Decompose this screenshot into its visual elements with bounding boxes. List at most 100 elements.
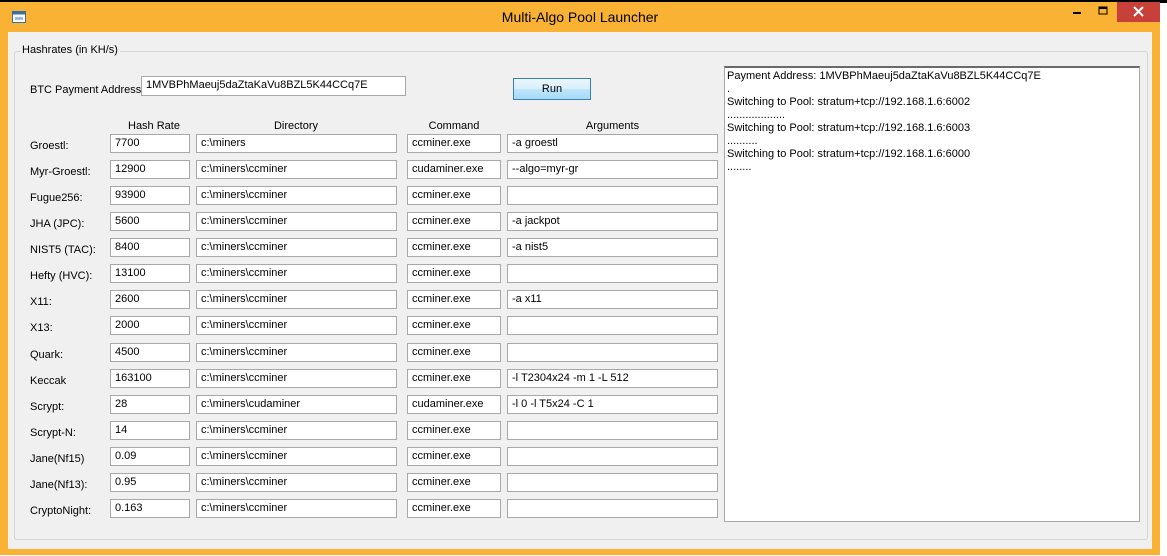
directory-input[interactable]: c:\miners\ccminer [196, 499, 397, 518]
log-line: Switching to Pool: stratum+tcp://192.168… [727, 148, 971, 160]
hashrate-input[interactable]: 0.163 [110, 499, 190, 518]
algo-label: X11: [30, 296, 52, 308]
maximize-icon [1098, 6, 1108, 15]
directory-input[interactable]: c:\miners\ccminer [196, 473, 397, 492]
hashrate-input[interactable]: 0.09 [110, 447, 190, 466]
directory-input[interactable]: c:\miners\ccminer [196, 212, 397, 231]
arguments-input[interactable]: -a groestl [507, 134, 718, 153]
algo-label: Scrypt-N: [30, 427, 76, 439]
directory-input[interactable]: c:\miners\ccminer [196, 369, 397, 388]
log-line: Payment Address: 1MVBPhMaeuj5daZtaKaVu8B… [727, 70, 1041, 82]
command-input[interactable]: ccminer.exe [407, 473, 501, 492]
hashrate-input[interactable]: 7700 [110, 134, 190, 153]
log-line: Switching to Pool: stratum+tcp://192.168… [727, 122, 971, 134]
hashrate-input[interactable]: 2000 [110, 316, 190, 335]
directory-input[interactable]: c:\miners\ccminer [196, 316, 397, 335]
arguments-input[interactable] [507, 421, 718, 440]
maximize-button[interactable] [1090, 2, 1116, 22]
algo-label: Scrypt: [30, 401, 65, 413]
close-icon [1133, 6, 1144, 17]
btc-address-input[interactable]: 1MVBPhMaeuj5daZtaKaVu8BZL5K44CCq7E [141, 76, 406, 96]
directory-input[interactable]: c:\miners\ccminer [196, 160, 397, 179]
header-command: Command [428, 120, 480, 132]
algo-label: JHA (JPC): [30, 218, 85, 230]
directory-input[interactable]: c:\miners\ccminer [196, 290, 397, 309]
close-button[interactable] [1117, 2, 1160, 22]
hashrate-input[interactable]: 2600 [110, 290, 190, 309]
arguments-input[interactable] [507, 186, 718, 205]
header-directory: Directory [273, 120, 318, 132]
hashrate-input[interactable]: 28 [110, 395, 190, 414]
hashrate-input[interactable]: 93900 [110, 186, 190, 205]
hashrate-input[interactable]: 163100 [110, 369, 190, 388]
header-arguments: Arguments [585, 120, 640, 132]
algo-label: Myr-Groestl: [30, 166, 91, 178]
algo-label: Hefty (HVC): [30, 270, 93, 282]
algo-label: Keccak [30, 375, 67, 387]
title-bar[interactable]: Multi-Algo Pool Launcher [0, 2, 1160, 32]
output-log[interactable]: Payment Address: 1MVBPhMaeuj5daZtaKaVu8B… [724, 66, 1140, 522]
hashrate-input[interactable]: 13100 [110, 264, 190, 283]
arguments-input[interactable] [507, 343, 718, 362]
hashrate-input[interactable]: 12900 [110, 160, 190, 179]
command-input[interactable]: ccminer.exe [407, 186, 501, 205]
arguments-input[interactable] [507, 499, 718, 518]
main-window: Multi-Algo Pool Launcher Hashrates (in K… [0, 2, 1160, 555]
algo-label: Groestl: [30, 140, 69, 152]
command-input[interactable]: ccminer.exe [407, 343, 501, 362]
directory-input[interactable]: c:\miners\ccminer [196, 264, 397, 283]
directory-input[interactable]: c:\miners [196, 134, 397, 153]
command-input[interactable]: ccminer.exe [407, 212, 501, 231]
algo-label: Fugue256: [30, 192, 83, 204]
command-input[interactable]: cudaminer.exe [407, 160, 501, 179]
hashrate-input[interactable]: 14 [110, 421, 190, 440]
algo-label: Jane(Nf15) [30, 453, 85, 465]
log-line: . [727, 83, 731, 95]
header-hashrate: Hash Rate [128, 120, 180, 132]
btc-address-label: BTC Payment Address: [30, 84, 145, 96]
arguments-input[interactable]: -a x11 [507, 290, 718, 309]
run-button[interactable]: Run [513, 78, 591, 100]
client-area: Hashrates (in KH/s) BTC Payment Address:… [8, 32, 1152, 549]
minimize-button[interactable] [1064, 2, 1090, 22]
directory-input[interactable]: c:\miners\ccminer [196, 421, 397, 440]
algo-label: Jane(Nf13): [30, 479, 88, 491]
arguments-input[interactable]: --algo=myr-gr [507, 160, 718, 179]
log-line: .......... [727, 135, 758, 147]
command-input[interactable]: ccminer.exe [407, 134, 501, 153]
hashrate-input[interactable]: 4500 [110, 343, 190, 362]
arguments-input[interactable] [507, 473, 718, 492]
directory-input[interactable]: c:\miners\ccminer [196, 447, 397, 466]
arguments-input[interactable]: -a jackpot [507, 212, 718, 231]
directory-input[interactable]: c:\miners\ccminer [196, 343, 397, 362]
algo-label: Quark: [30, 349, 64, 361]
arguments-input[interactable]: -l T2304x24 -m 1 -L 512 [507, 369, 718, 388]
command-input[interactable]: ccminer.exe [407, 447, 501, 466]
directory-input[interactable]: c:\miners\ccminer [196, 186, 397, 205]
hashrate-input[interactable]: 5600 [110, 212, 190, 231]
arguments-input[interactable]: -a nist5 [507, 238, 718, 257]
algo-label: X13: [30, 322, 53, 334]
log-line: ........ [727, 161, 752, 173]
directory-input[interactable]: c:\miners\ccminer [196, 238, 397, 257]
command-input[interactable]: ccminer.exe [407, 499, 501, 518]
algo-label: CryptoNight: [30, 505, 92, 517]
log-line: Switching to Pool: stratum+tcp://192.168… [727, 96, 971, 108]
command-input[interactable]: ccminer.exe [407, 316, 501, 335]
arguments-input[interactable] [507, 316, 718, 335]
command-input[interactable]: ccminer.exe [407, 238, 501, 257]
command-input[interactable]: ccminer.exe [407, 369, 501, 388]
hashrate-input[interactable]: 0.95 [110, 473, 190, 492]
minimize-icon [1073, 12, 1081, 14]
arguments-input[interactable] [507, 447, 718, 466]
algo-label: NIST5 (TAC): [30, 244, 96, 256]
directory-input[interactable]: c:\miners\cudaminer [196, 395, 397, 414]
window-title: Multi-Algo Pool Launcher [501, 9, 659, 25]
command-input[interactable]: ccminer.exe [407, 290, 501, 309]
command-input[interactable]: cudaminer.exe [407, 395, 501, 414]
arguments-input[interactable]: -l 0 -l T5x24 -C 1 [507, 395, 718, 414]
command-input[interactable]: ccminer.exe [407, 421, 501, 440]
hashrate-input[interactable]: 8400 [110, 238, 190, 257]
arguments-input[interactable] [507, 264, 718, 283]
command-input[interactable]: ccminer.exe [407, 264, 501, 283]
